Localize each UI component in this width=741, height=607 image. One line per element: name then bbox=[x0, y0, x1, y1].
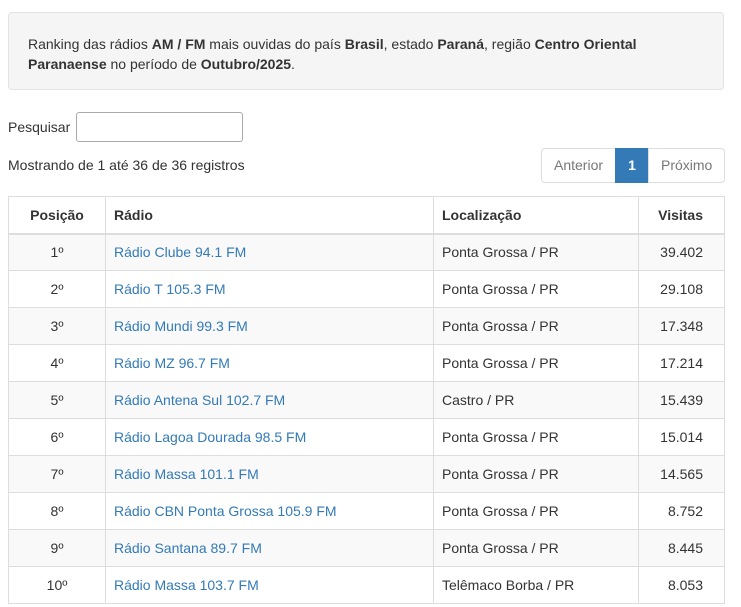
info-bold-band: AM / FM bbox=[151, 36, 206, 52]
ranking-description: Ranking das rádios AM / FM mais ouvidas … bbox=[8, 12, 724, 90]
cell-location: Castro / PR bbox=[433, 381, 639, 419]
cell-radio: Rádio Massa 101.1 FM bbox=[105, 455, 434, 493]
info-text-6: . bbox=[291, 56, 295, 72]
search-row: Pesquisar bbox=[8, 112, 244, 142]
table-row: 1º Rádio Clube 94.1 FM Ponta Grossa / PR… bbox=[8, 233, 725, 271]
cell-visits: 8.445 bbox=[638, 529, 725, 567]
current-page-button[interactable]: 1 bbox=[615, 148, 649, 183]
cell-visits: 14.565 bbox=[638, 455, 725, 493]
radio-link[interactable]: Rádio MZ 96.7 FM bbox=[114, 355, 230, 371]
cell-location: Ponta Grossa / PR bbox=[433, 455, 639, 493]
next-page-button[interactable]: Próximo bbox=[648, 148, 725, 183]
info-text-5: no período de bbox=[106, 56, 201, 72]
table-header-row: Posição Rádio Localização Visitas bbox=[8, 196, 725, 235]
cell-location: Ponta Grossa / PR bbox=[433, 529, 639, 567]
info-text-3: , estado bbox=[383, 36, 438, 52]
info-bold-country: Brasil bbox=[344, 36, 384, 52]
cell-position: 3º bbox=[8, 307, 106, 345]
cell-radio: Rádio Antena Sul 102.7 FM bbox=[105, 381, 434, 419]
column-header-location[interactable]: Localização bbox=[433, 196, 639, 235]
table-row: 7º Rádio Massa 101.1 FM Ponta Grossa / P… bbox=[8, 455, 725, 493]
cell-visits: 39.402 bbox=[638, 233, 725, 271]
cell-visits: 8.752 bbox=[638, 492, 725, 530]
cell-radio: Rádio Santana 89.7 FM bbox=[105, 529, 434, 567]
table-row: 5º Rádio Antena Sul 102.7 FM Castro / PR… bbox=[8, 381, 725, 419]
cell-location: Ponta Grossa / PR bbox=[433, 307, 639, 345]
radio-link[interactable]: Rádio Lagoa Dourada 98.5 FM bbox=[114, 429, 306, 445]
cell-radio: Rádio MZ 96.7 FM bbox=[105, 344, 434, 382]
cell-position: 9º bbox=[8, 529, 106, 567]
info-bold-state: Paraná bbox=[437, 36, 485, 52]
cell-position: 8º bbox=[8, 492, 106, 530]
column-header-radio[interactable]: Rádio bbox=[105, 196, 434, 235]
radio-link[interactable]: Rádio Santana 89.7 FM bbox=[114, 540, 262, 556]
cell-radio: Rádio Mundi 99.3 FM bbox=[105, 307, 434, 345]
cell-location: Telêmaco Borba / PR bbox=[433, 566, 639, 604]
radio-link[interactable]: Rádio Clube 94.1 FM bbox=[114, 244, 246, 260]
cell-visits: 8.053 bbox=[638, 566, 725, 604]
cell-visits: 17.348 bbox=[638, 307, 725, 345]
table-row: 9º Rádio Santana 89.7 FM Ponta Grossa / … bbox=[8, 529, 725, 567]
cell-visits: 15.439 bbox=[638, 381, 725, 419]
cell-radio: Rádio Massa 103.7 FM bbox=[105, 566, 434, 604]
table-row: 3º Rádio Mundi 99.3 FM Ponta Grossa / PR… bbox=[8, 307, 725, 345]
info-bold-period: Outubro/2025 bbox=[200, 56, 292, 72]
cell-visits: 17.214 bbox=[638, 344, 725, 382]
records-count: Mostrando de 1 até 36 de 36 registros bbox=[8, 157, 245, 173]
previous-page-button[interactable]: Anterior bbox=[541, 148, 616, 183]
cell-position: 5º bbox=[8, 381, 106, 419]
radio-link[interactable]: Rádio Antena Sul 102.7 FM bbox=[114, 392, 285, 408]
cell-position: 1º bbox=[8, 233, 106, 271]
table-row: 2º Rádio T 105.3 FM Ponta Grossa / PR 29… bbox=[8, 270, 725, 308]
table-row: 4º Rádio MZ 96.7 FM Ponta Grossa / PR 17… bbox=[8, 344, 725, 382]
cell-radio: Rádio Clube 94.1 FM bbox=[105, 233, 434, 271]
cell-location: Ponta Grossa / PR bbox=[433, 344, 639, 382]
info-text-1: Ranking das rádios bbox=[28, 36, 152, 52]
radio-link[interactable]: Rádio Massa 103.7 FM bbox=[114, 577, 259, 593]
ranking-table: Posição Rádio Localização Visitas 1º Rád… bbox=[8, 196, 725, 604]
column-header-visits[interactable]: Visitas bbox=[638, 196, 725, 235]
table-row: 8º Rádio CBN Ponta Grossa 105.9 FM Ponta… bbox=[8, 492, 725, 530]
cell-position: 4º bbox=[8, 344, 106, 382]
cell-radio: Rádio T 105.3 FM bbox=[105, 270, 434, 308]
cell-visits: 29.108 bbox=[638, 270, 725, 308]
cell-radio: Rádio Lagoa Dourada 98.5 FM bbox=[105, 418, 434, 456]
cell-visits: 15.014 bbox=[638, 418, 725, 456]
radio-link[interactable]: Rádio T 105.3 FM bbox=[114, 281, 226, 297]
cell-position: 6º bbox=[8, 418, 106, 456]
column-header-position[interactable]: Posição bbox=[8, 196, 106, 235]
cell-location: Ponta Grossa / PR bbox=[433, 233, 639, 271]
search-label: Pesquisar bbox=[8, 119, 71, 135]
info-text-4: , região bbox=[484, 36, 535, 52]
radio-link[interactable]: Rádio Mundi 99.3 FM bbox=[114, 318, 248, 334]
cell-location: Ponta Grossa / PR bbox=[433, 270, 639, 308]
cell-position: 10º bbox=[8, 566, 106, 604]
info-text-2: mais ouvidas do país bbox=[205, 36, 345, 52]
cell-location: Ponta Grossa / PR bbox=[433, 492, 639, 530]
pagination: Anterior 1 Próximo bbox=[541, 148, 725, 183]
table-row: 10º Rádio Massa 103.7 FM Telêmaco Borba … bbox=[8, 566, 725, 604]
search-input[interactable] bbox=[76, 112, 244, 142]
cell-location: Ponta Grossa / PR bbox=[433, 418, 639, 456]
cell-radio: Rádio CBN Ponta Grossa 105.9 FM bbox=[105, 492, 434, 530]
cell-position: 2º bbox=[8, 270, 106, 308]
table-row: 6º Rádio Lagoa Dourada 98.5 FM Ponta Gro… bbox=[8, 418, 725, 456]
cell-position: 7º bbox=[8, 455, 106, 493]
radio-link[interactable]: Rádio CBN Ponta Grossa 105.9 FM bbox=[114, 503, 337, 519]
radio-link[interactable]: Rádio Massa 101.1 FM bbox=[114, 466, 259, 482]
